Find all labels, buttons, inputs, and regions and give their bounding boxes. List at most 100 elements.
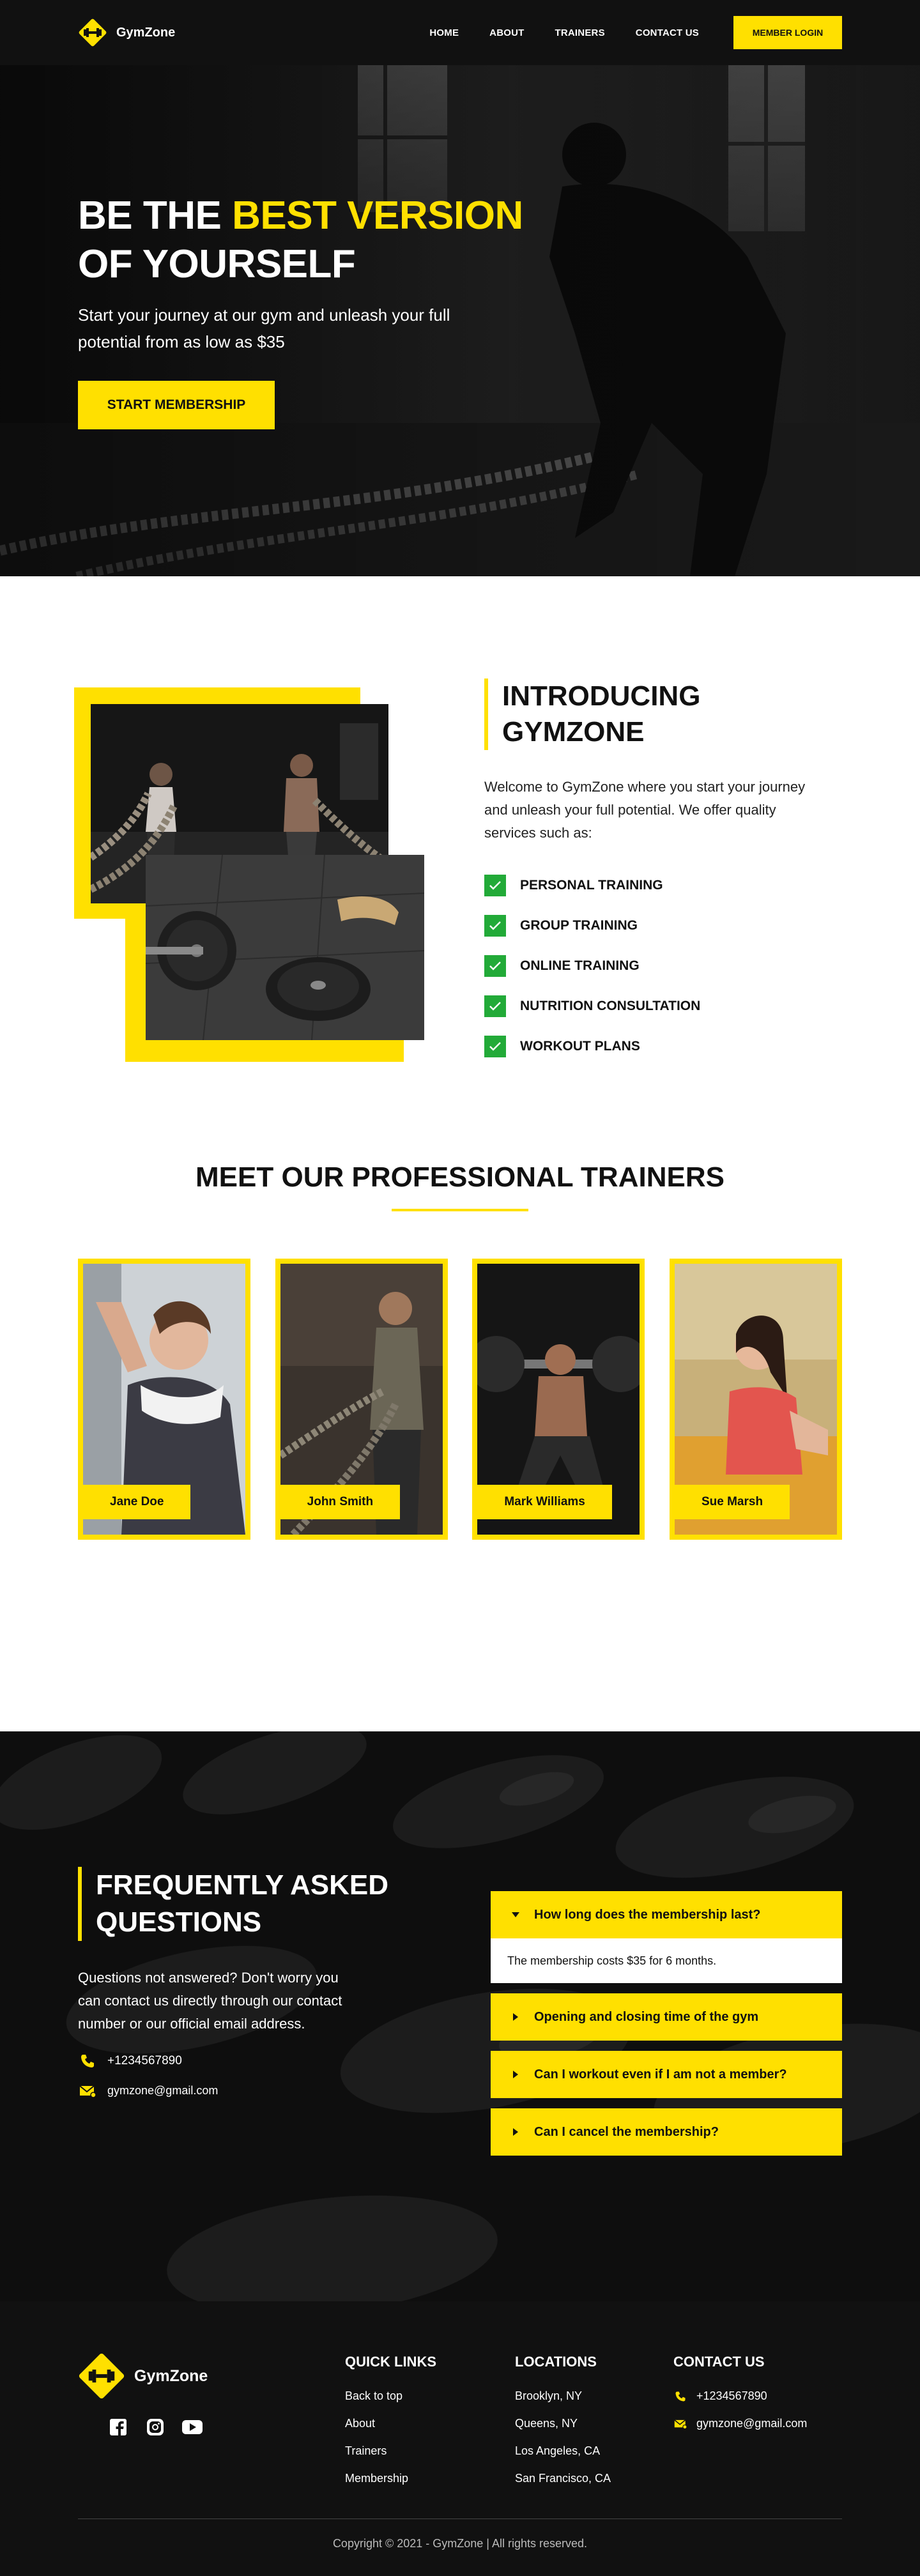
footer-link-trainers[interactable]: Trainers	[345, 2444, 515, 2458]
faq-question-text: How long does the membership last?	[534, 1907, 761, 1922]
caret-right-icon	[507, 2012, 524, 2021]
mail-icon	[673, 2419, 687, 2429]
faq-heading: FREQUENTLY ASKED QUESTIONS	[78, 1867, 391, 1941]
contact-column: CONTACT US +1234567890 gymzone@gmail.com	[673, 2352, 807, 2499]
location-item: Queens, NY	[515, 2417, 578, 2430]
footer-link-back-to-top[interactable]: Back to top	[345, 2389, 515, 2403]
dumbbell-icon	[78, 2352, 125, 2400]
trainers-section: MEET OUR PROFESSIONAL TRAINERS Jane Doe	[0, 1150, 920, 1731]
nav-trainers[interactable]: TRAINERS	[555, 27, 605, 38]
faq-email[interactable]: gymzone@gmail.com	[78, 2084, 391, 2097]
trainer-grid: Jane Doe John Smith Mark Williams Sue Ma…	[78, 1259, 842, 1540]
faq-description: Questions not answered? Don't worry you …	[78, 1970, 342, 2032]
service-item: PERSONAL TRAINING	[484, 874, 842, 897]
footer-link-membership[interactable]: Membership	[345, 2472, 515, 2485]
faq-question[interactable]: Can I workout even if I am not a member?	[491, 2051, 842, 2098]
check-icon	[484, 875, 506, 896]
check-icon	[484, 995, 506, 1017]
trainer-name: Jane Doe	[83, 1485, 191, 1519]
nav-home[interactable]: HOME	[429, 27, 459, 38]
faq-email-text: gymzone@gmail.com	[107, 2084, 218, 2097]
trainer-card[interactable]: Jane Doe	[78, 1259, 250, 1540]
faq-question[interactable]: How long does the membership last?	[491, 1891, 842, 1938]
caret-down-icon	[507, 1912, 524, 1918]
trainer-name: Mark Williams	[477, 1485, 612, 1519]
hero-section: BE THE BEST VERSION OF YOURSELF Start yo…	[0, 65, 920, 576]
services-list: PERSONAL TRAINING GROUP TRAINING ONLINE …	[484, 874, 842, 1058]
trainer-name: Sue Marsh	[674, 1485, 790, 1519]
faq-question[interactable]: Opening and closing time of the gym	[491, 1993, 842, 2041]
trainer-card[interactable]: Mark Williams	[472, 1259, 645, 1540]
member-login-button[interactable]: MEMBER LOGIN	[733, 16, 842, 49]
location-item: Brooklyn, NY	[515, 2389, 583, 2402]
nav-about[interactable]: ABOUT	[489, 27, 524, 38]
faq-item: How long does the membership last? The m…	[491, 1891, 842, 1983]
hero-title-accent: BEST VERSION	[232, 194, 523, 238]
service-label: ONLINE TRAINING	[520, 958, 640, 973]
faq-answer: The membership costs $35 for 6 months.	[491, 1938, 842, 1983]
check-icon	[484, 1036, 506, 1057]
service-label: WORKOUT PLANS	[520, 1039, 640, 1054]
caret-right-icon	[507, 2070, 524, 2079]
phone-icon	[78, 2053, 97, 2069]
hero-title-lead: BE THE	[78, 194, 222, 238]
main-nav: HOME ABOUT TRAINERS CONTACT US	[429, 27, 699, 38]
instagram-icon[interactable]	[144, 2418, 166, 2437]
faq-item: Can I cancel the membership?	[491, 2108, 842, 2156]
intro-description: Welcome to GymZone where you start your …	[484, 779, 806, 841]
footer-divider	[78, 2518, 842, 2519]
footer-email[interactable]: gymzone@gmail.com	[673, 2417, 807, 2430]
trainer-card[interactable]: Sue Marsh	[669, 1259, 842, 1540]
trainers-heading: MEET OUR PROFESSIONAL TRAINERS	[195, 1162, 724, 1193]
facebook-icon[interactable]	[107, 2418, 129, 2437]
faq-item: Opening and closing time of the gym	[491, 1993, 842, 2041]
social-links	[107, 2418, 345, 2437]
faq-question-text: Opening and closing time of the gym	[534, 2009, 759, 2024]
faq-phone-text: +1234567890	[107, 2054, 182, 2067]
intro-heading: INTRODUCING GYMZONE	[484, 678, 700, 750]
footer-link-about[interactable]: About	[345, 2417, 515, 2430]
faq-section: FREQUENTLY ASKED QUESTIONS Questions not…	[0, 1731, 920, 2301]
trainer-name: John Smith	[280, 1485, 401, 1519]
brand[interactable]: GymZone	[78, 18, 175, 47]
faq-question-text: Can I workout even if I am not a member?	[534, 2067, 787, 2082]
quick-links-title: QUICK LINKS	[345, 2354, 436, 2370]
site-header: GymZone HOME ABOUT TRAINERS CONTACT US M…	[0, 0, 920, 65]
location-item: San Francisco, CA	[515, 2472, 611, 2485]
service-item: WORKOUT PLANS	[484, 1035, 842, 1058]
locations-column: LOCATIONS Brooklyn, NY Queens, NY Los An…	[515, 2352, 673, 2499]
service-item: GROUP TRAINING	[484, 914, 842, 937]
brand-name: GymZone	[116, 25, 176, 40]
phone-icon	[673, 2391, 687, 2402]
faq-phone[interactable]: +1234567890	[78, 2053, 391, 2069]
faq-accordion: How long does the membership last? The m…	[491, 1867, 842, 2166]
footer-phone[interactable]: +1234567890	[673, 2389, 807, 2403]
hero-title-line2: OF YOURSELF	[78, 242, 356, 286]
footer-phone-text: +1234567890	[696, 2389, 767, 2402]
trainer-card[interactable]: John Smith	[275, 1259, 448, 1540]
weights-photo	[146, 855, 424, 1040]
youtube-icon[interactable]	[181, 2418, 203, 2437]
mail-icon	[78, 2085, 97, 2097]
nav-contact-us[interactable]: CONTACT US	[636, 27, 699, 38]
caret-right-icon	[507, 2128, 524, 2136]
location-item: Los Angeles, CA	[515, 2444, 601, 2457]
service-label: PERSONAL TRAINING	[520, 878, 663, 893]
check-icon	[484, 955, 506, 977]
site-footer: GymZone QUICK LINKS Back to top About Tr…	[0, 2301, 920, 2576]
locations-title: LOCATIONS	[515, 2354, 597, 2370]
intro-section: INTRODUCING GYMZONE Welcome to GymZone w…	[0, 576, 920, 1150]
service-label: GROUP TRAINING	[520, 918, 638, 933]
quick-links-column: QUICK LINKS Back to top About Trainers M…	[345, 2352, 515, 2499]
contact-title: CONTACT US	[673, 2354, 765, 2370]
hero-title: BE THE BEST VERSION OF YOURSELF	[78, 192, 842, 289]
footer-brand[interactable]: GymZone	[78, 2352, 345, 2400]
title-underline	[392, 1209, 528, 1211]
faq-item: Can I workout even if I am not a member?	[491, 2051, 842, 2098]
faq-question-text: Can I cancel the membership?	[534, 2124, 719, 2139]
start-membership-button[interactable]: START MEMBERSHIP	[78, 381, 275, 429]
service-item: NUTRITION CONSULTATION	[484, 995, 842, 1018]
check-icon	[484, 915, 506, 937]
service-label: NUTRITION CONSULTATION	[520, 999, 701, 1013]
faq-question[interactable]: Can I cancel the membership?	[491, 2108, 842, 2156]
